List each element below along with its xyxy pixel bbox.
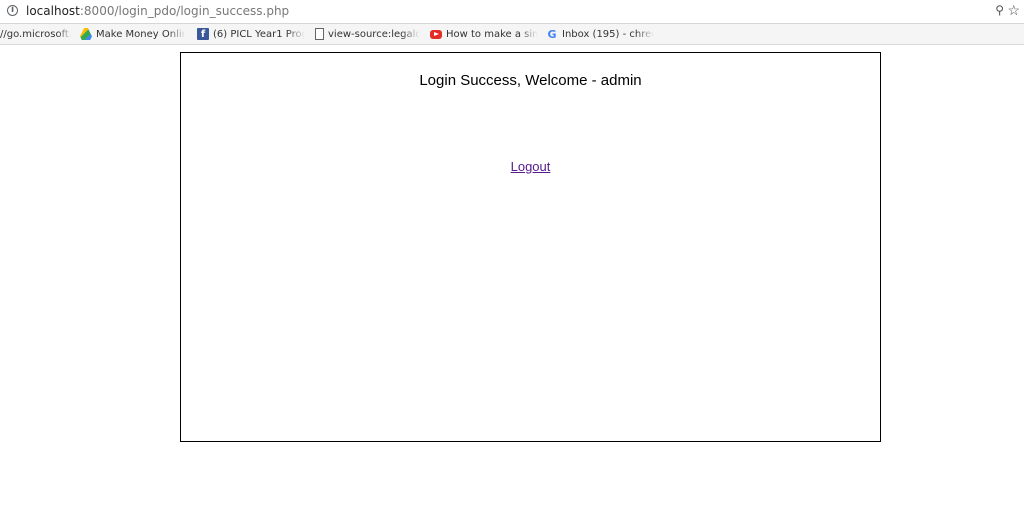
welcome-message: Login Success, Welcome - admin bbox=[419, 72, 642, 89]
bookmarks-bar: //go.microsoft.co Make Money Online T f (… bbox=[0, 24, 1024, 45]
logout-link[interactable]: Logout bbox=[511, 159, 551, 174]
bookmark-label: (6) PICL Year1 Program bbox=[213, 29, 305, 40]
bookmark-item-make-money[interactable]: Make Money Online T bbox=[80, 28, 186, 42]
bookmark-item-view-source[interactable]: view-source:legaldoc bbox=[313, 28, 420, 42]
bookmark-label: Inbox (195) - chreoun bbox=[562, 29, 654, 40]
document-icon bbox=[315, 28, 324, 40]
url-host: localhost bbox=[26, 4, 80, 18]
url-text[interactable]: localhost:8000/login_pdo/login_success.p… bbox=[26, 4, 289, 18]
bookmark-item-inbox[interactable]: G Inbox (195) - chreoun bbox=[546, 28, 654, 42]
bookmark-label: How to make a simple bbox=[446, 29, 538, 40]
url-path: :8000/login_pdo/login_success.php bbox=[79, 4, 290, 18]
google-drive-icon bbox=[80, 28, 92, 40]
info-icon[interactable]: i bbox=[7, 5, 18, 16]
browser-chrome: i localhost:8000/login_pdo/login_success… bbox=[0, 0, 1024, 46]
bookmark-item-youtube[interactable]: How to make a simple bbox=[430, 28, 538, 42]
address-bar[interactable]: i localhost:8000/login_pdo/login_success… bbox=[0, 0, 1024, 24]
bookmark-star-icon[interactable]: ☆ bbox=[1007, 2, 1020, 19]
bookmark-label: view-source:legaldoc bbox=[328, 29, 420, 40]
youtube-icon bbox=[430, 30, 442, 39]
bookmark-item-picl[interactable]: f (6) PICL Year1 Program bbox=[197, 28, 305, 42]
facebook-icon: f bbox=[197, 28, 209, 40]
pin-icon[interactable]: ⚲ bbox=[995, 3, 1004, 17]
logout-container: Logout bbox=[181, 159, 880, 174]
bookmark-label: Make Money Online T bbox=[96, 29, 186, 40]
bookmark-item-microsoft[interactable]: //go.microsoft.co bbox=[0, 28, 72, 42]
bookmark-label: //go.microsoft.co bbox=[0, 29, 72, 40]
google-icon: G bbox=[547, 28, 557, 41]
login-success-panel: Login Success, Welcome - admin Logout bbox=[180, 52, 881, 442]
